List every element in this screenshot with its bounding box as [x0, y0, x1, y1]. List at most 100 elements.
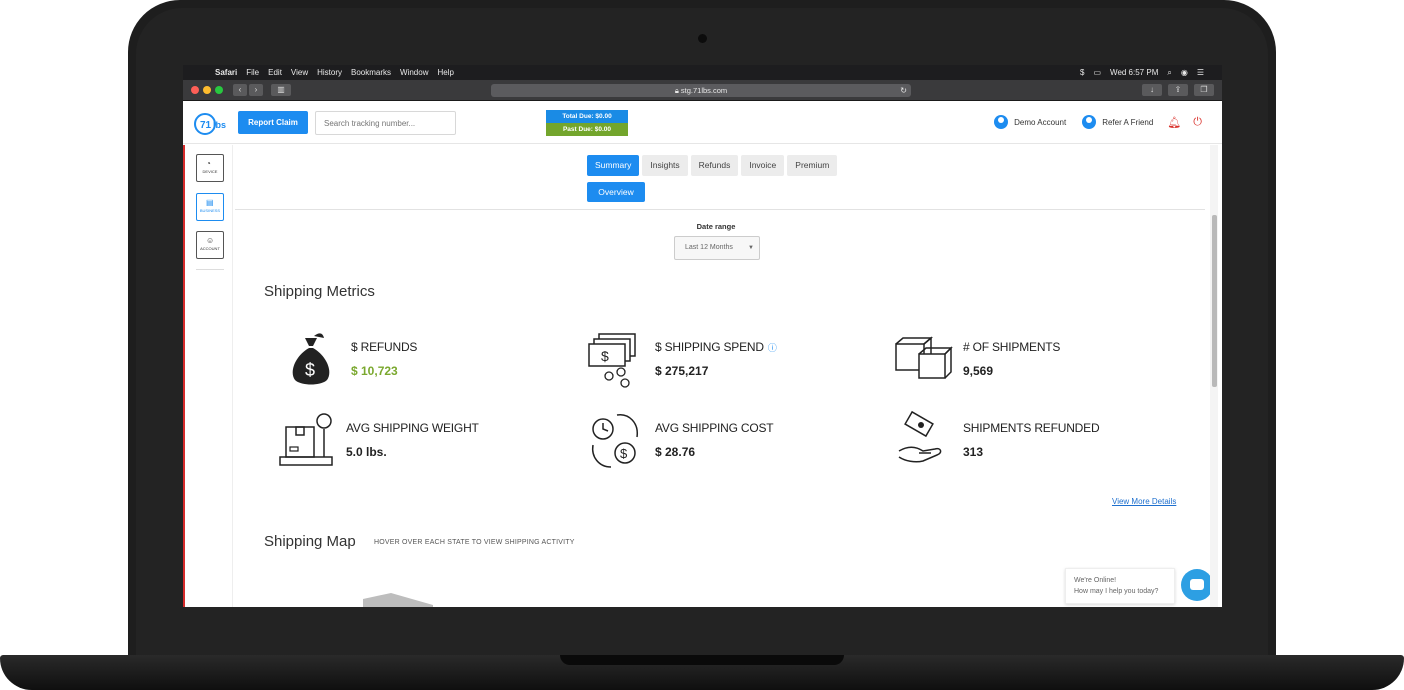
svg-text:$: $ — [305, 360, 315, 380]
refer-friend-link[interactable]: Refer A Friend — [1082, 115, 1153, 129]
person-icon: ☺ — [206, 236, 215, 245]
us-map-partial[interactable] — [363, 593, 433, 607]
past-due-badge: Past Due: $0.00 — [546, 123, 628, 136]
dollar-status-icon[interactable]: $ — [1080, 68, 1084, 77]
account-name: Demo Account — [1014, 117, 1067, 127]
money-bag-icon: $ — [292, 333, 330, 385]
siri-icon[interactable]: ◉ — [1181, 68, 1188, 77]
notification-center-icon[interactable]: ☰ — [1197, 68, 1204, 77]
downloads-icon[interactable]: ↓ — [1142, 84, 1162, 96]
display-status-icon[interactable]: ▭ — [1093, 68, 1101, 77]
laptop-notch — [560, 655, 844, 665]
menu-history[interactable]: History — [317, 68, 342, 77]
menu-bookmarks[interactable]: Bookmarks — [351, 68, 391, 77]
sidebar-item-device[interactable]: ◔ DEVICE — [196, 154, 224, 182]
menu-window[interactable]: Window — [400, 68, 428, 77]
view-more-details-link[interactable]: View More Details — [1112, 497, 1176, 506]
minimize-window-button[interactable] — [203, 86, 211, 94]
metric-label: SHIPMENTS REFUNDED — [963, 421, 1100, 435]
share-icon[interactable]: ⇪ — [1168, 84, 1188, 96]
store-icon: ▤ — [206, 198, 214, 207]
metric-label: $ REFUNDS — [351, 340, 418, 354]
metric-value: $ 28.76 — [655, 445, 696, 459]
shipping-map-subtitle: HOVER OVER EACH STATE TO VIEW SHIPPING A… — [374, 539, 575, 546]
metric-label-text: $ SHIPPING SPEND — [655, 340, 764, 354]
user-avatar-icon — [994, 115, 1009, 129]
refer-friend-label: Refer A Friend — [1102, 117, 1154, 127]
subtab-overview[interactable]: Overview — [587, 182, 645, 202]
metric-value: $ 10,723 — [351, 364, 398, 378]
left-sidebar: ◔ DEVICE ▤ BUSINESS ☺ ACCOUNT — [183, 145, 233, 607]
due-summary[interactable]: Total Due: $0.00 Past Due: $0.00 — [546, 110, 628, 136]
metric-value: 9,569 — [963, 364, 994, 378]
fullscreen-window-button[interactable] — [215, 86, 223, 94]
svg-text:71: 71 — [200, 120, 212, 131]
svg-text:$: $ — [620, 446, 628, 461]
svg-text:$: $ — [601, 348, 609, 364]
metric-value: 5.0 lbs. — [346, 445, 387, 459]
sidebar-toggle-icon[interactable]: ▥ — [271, 84, 291, 96]
menu-app-name[interactable]: Safari — [215, 68, 237, 77]
forward-button[interactable]: › — [249, 84, 263, 96]
refer-friend-icon — [1082, 115, 1097, 129]
hand-refund-icon — [898, 410, 942, 463]
url-text: stg.71lbs.com — [680, 86, 728, 95]
account-menu[interactable]: Demo Account — [994, 115, 1066, 129]
metric-value: $ 275,217 — [655, 364, 709, 378]
metric-value: 313 — [963, 445, 984, 459]
tabs-overview-icon[interactable]: ❐ — [1194, 84, 1214, 96]
cash-stack-icon: $ — [588, 333, 636, 388]
logout-power-icon[interactable]: ⏻ — [1193, 116, 1202, 129]
reload-icon[interactable]: ↻ — [900, 84, 907, 97]
sidebar-item-label: DEVICE — [202, 169, 218, 174]
sidebar-item-business[interactable]: ▤ BUSINESS — [196, 193, 224, 221]
report-tabs: Summary Insights Refunds Invoice Premium — [587, 155, 838, 176]
metric-label: AVG SHIPPING COST — [655, 421, 774, 435]
71lbs-logo[interactable]: 71 lbs — [193, 110, 229, 136]
sidebar-item-label: ACCOUNT — [200, 246, 220, 251]
section-divider — [235, 209, 1205, 210]
tab-insights[interactable]: Insights — [642, 155, 688, 176]
sidebar-item-label: BUSINESS — [199, 208, 221, 213]
sidebar-item-account[interactable]: ☺ ACCOUNT — [196, 231, 224, 259]
chat-line-2: How may I help you today? — [1074, 588, 1159, 595]
date-range-value: Last 12 Months — [685, 244, 733, 251]
page-scrollbar-thumb[interactable] — [1212, 215, 1217, 387]
chat-greeting[interactable]: We're Online! How may I help you today? — [1065, 568, 1175, 604]
metric-label: # OF SHIPMENTS — [963, 340, 1061, 354]
menu-view[interactable]: View — [291, 68, 308, 77]
svg-text:lbs: lbs — [213, 120, 226, 130]
metric-label: $ SHIPPING SPEND ⓘ — [655, 340, 777, 354]
menu-edit[interactable]: Edit — [268, 68, 282, 77]
total-due-badge: Total Due: $0.00 — [546, 110, 628, 123]
notification-bell-icon[interactable]: 🔔︎ — [1167, 116, 1181, 129]
menubar-clock[interactable]: Wed 6:57 PM — [1110, 68, 1158, 77]
tab-summary[interactable]: Summary — [587, 155, 640, 176]
app-header: 71 lbs Report Claim Total Due: $0.00 Pas… — [183, 102, 1222, 144]
close-window-button[interactable] — [191, 86, 199, 94]
menu-help[interactable]: Help — [437, 68, 453, 77]
date-range-select[interactable]: Last 12 Months ▼ — [674, 236, 760, 260]
lock-icon: 🔒︎ — [674, 86, 679, 95]
tab-invoice[interactable]: Invoice — [741, 155, 785, 176]
chat-open-button[interactable] — [1181, 569, 1213, 601]
browser-toolbar: ‹ › ▥ 🔒︎ stg.71lbs.com ↻ ↓ ⇪ ❐ — [183, 80, 1222, 101]
report-claim-button[interactable]: Report Claim — [238, 111, 308, 134]
tab-premium[interactable]: Premium — [787, 155, 838, 176]
back-button[interactable]: ‹ — [233, 84, 247, 96]
clock-cost-icon: $ — [591, 414, 638, 468]
tracking-search-input[interactable] — [315, 111, 456, 135]
caret-down-icon: ▼ — [748, 245, 754, 251]
tab-refunds[interactable]: Refunds — [690, 155, 739, 176]
mac-menubar: Safari File Edit View History Bookmarks … — [183, 65, 1222, 80]
webcam — [698, 34, 707, 43]
date-range-label: Date range — [696, 222, 736, 231]
info-icon[interactable]: ⓘ — [768, 343, 777, 353]
address-bar[interactable]: 🔒︎ stg.71lbs.com ↻ — [491, 84, 911, 97]
spotlight-search-icon[interactable]: ⌕ — [1167, 68, 1171, 78]
menu-file[interactable]: File — [246, 68, 259, 77]
metric-label: AVG SHIPPING WEIGHT — [346, 421, 479, 435]
shipping-metrics-title: Shipping Metrics — [264, 283, 375, 300]
shipping-map-title: Shipping Map — [264, 533, 356, 550]
chat-line-1: We're Online! — [1074, 577, 1117, 584]
